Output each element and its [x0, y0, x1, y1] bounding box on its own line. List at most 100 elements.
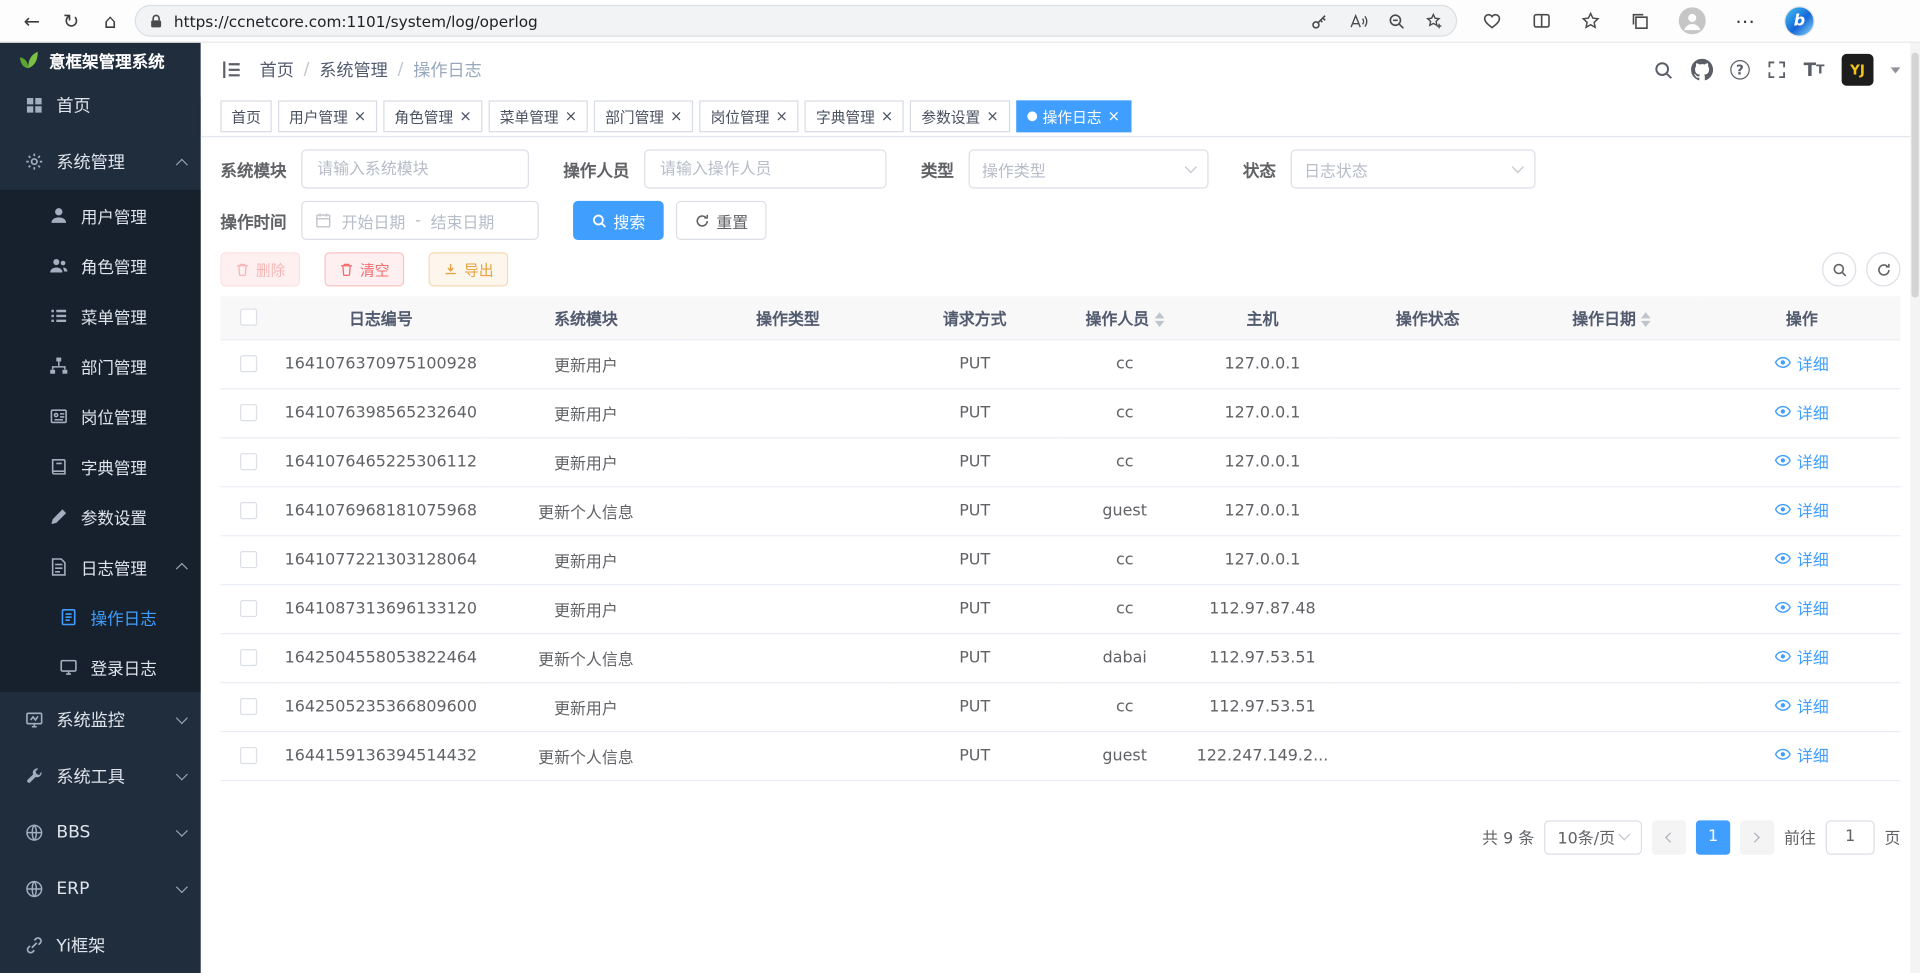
close-icon[interactable]: ×	[881, 109, 893, 124]
show-search-button[interactable]	[1822, 252, 1856, 286]
sidebar-item-dept-mgmt[interactable]: 部门管理	[0, 340, 201, 390]
tab-home[interactable]: 首页	[220, 100, 271, 132]
row-checkbox[interactable]	[240, 698, 257, 715]
page-size-select[interactable]: 10条/页	[1544, 820, 1642, 854]
sidebar-item-operation-log[interactable]: 操作日志	[0, 591, 201, 641]
detail-link[interactable]: 详细	[1775, 645, 1829, 668]
github-icon[interactable]	[1691, 59, 1713, 81]
status-select[interactable]: 日志状态	[1291, 149, 1536, 188]
detail-link[interactable]: 详细	[1775, 596, 1829, 619]
tab-param-settings[interactable]: 参数设置×	[910, 100, 1009, 132]
header-search-icon[interactable]	[1653, 59, 1674, 80]
split-screen-icon[interactable]	[1532, 11, 1552, 31]
detail-link[interactable]: 详细	[1775, 449, 1829, 472]
close-icon[interactable]: ×	[670, 109, 682, 124]
browser-back-button[interactable]: ←	[12, 4, 51, 38]
tab-menu-mgmt[interactable]: 菜单管理×	[489, 100, 588, 132]
select-all-checkbox[interactable]	[240, 309, 257, 326]
detail-link[interactable]: 详细	[1775, 400, 1829, 423]
page-button-1[interactable]: 1	[1696, 820, 1730, 854]
delete-button[interactable]: 删除	[220, 252, 300, 286]
browser-address-bar[interactable]: https://ccnetcore.com:1101/system/log/op…	[135, 5, 1457, 37]
caret-down-icon[interactable]	[1891, 67, 1901, 73]
tab-operation-log[interactable]: 操作日志×	[1016, 100, 1131, 132]
password-key-icon[interactable]	[1310, 12, 1328, 30]
browser-home-button[interactable]: ⌂	[91, 4, 130, 38]
user-avatar[interactable]: YJ	[1842, 54, 1874, 86]
module-input[interactable]	[301, 149, 529, 188]
tab-role-mgmt[interactable]: 角色管理×	[383, 100, 482, 132]
font-size-icon[interactable]: TT	[1804, 59, 1825, 81]
sidebar-item-home[interactable]: 首页	[0, 77, 201, 133]
row-checkbox[interactable]	[240, 747, 257, 764]
search-button[interactable]: 搜索	[573, 201, 664, 240]
page-scrollbar[interactable]	[1910, 43, 1920, 973]
tab-dept-mgmt[interactable]: 部门管理×	[594, 100, 693, 132]
next-page-button[interactable]	[1740, 820, 1774, 854]
sidebar-toggle-icon[interactable]	[220, 59, 242, 81]
url-text[interactable]: https://ccnetcore.com:1101/system/log/op…	[174, 12, 1310, 30]
sidebar-item-system[interactable]: 系统管理	[0, 133, 201, 189]
row-checkbox[interactable]	[240, 404, 257, 421]
sidebar-item-yi-framework[interactable]: Yi框架	[0, 917, 201, 973]
operator-input[interactable]	[644, 149, 886, 188]
sort-icon[interactable]	[1154, 313, 1164, 328]
row-checkbox[interactable]	[240, 355, 257, 372]
browser-essentials-icon[interactable]	[1482, 11, 1503, 31]
detail-link[interactable]: 详细	[1775, 743, 1829, 766]
fullscreen-icon[interactable]	[1767, 60, 1787, 80]
collections-icon[interactable]	[1630, 11, 1650, 31]
prev-page-button[interactable]	[1652, 820, 1686, 854]
close-icon[interactable]: ×	[776, 109, 788, 124]
app-logo[interactable]: 意框架管理系统	[0, 43, 201, 77]
row-checkbox[interactable]	[240, 453, 257, 470]
favorites-star-icon[interactable]	[1581, 11, 1601, 31]
sidebar-item-user-mgmt[interactable]: 用户管理	[0, 190, 201, 240]
tab-post-mgmt[interactable]: 岗位管理×	[700, 100, 799, 132]
zoom-out-icon[interactable]	[1387, 12, 1405, 30]
settings-ellipsis-icon[interactable]: ⋯	[1735, 9, 1756, 32]
browser-refresh-button[interactable]: ↻	[51, 4, 90, 38]
close-icon[interactable]: ×	[354, 109, 366, 124]
date-range-picker[interactable]: 开始日期 - 结束日期	[301, 201, 539, 240]
sidebar-item-dict-mgmt[interactable]: 字典管理	[0, 441, 201, 491]
sidebar-item-role-mgmt[interactable]: 角色管理	[0, 240, 201, 290]
sidebar-item-param-settings[interactable]: 参数设置	[0, 491, 201, 541]
row-checkbox[interactable]	[240, 649, 257, 666]
sidebar-item-login-log[interactable]: 登录日志	[0, 642, 201, 692]
row-checkbox[interactable]	[240, 502, 257, 519]
sidebar-item-log-mgmt[interactable]: 日志管理	[0, 541, 201, 591]
sidebar-item-post-mgmt[interactable]: 岗位管理	[0, 391, 201, 441]
sort-icon[interactable]	[1641, 313, 1651, 328]
close-icon[interactable]: ×	[1108, 109, 1120, 124]
sidebar-item-system-tools[interactable]: 系统工具	[0, 748, 201, 804]
sidebar-item-bbs[interactable]: BBS	[0, 804, 201, 860]
col-operator[interactable]: 操作人员	[1060, 296, 1189, 339]
type-select[interactable]: 操作类型	[969, 149, 1209, 188]
close-icon[interactable]: ×	[986, 109, 998, 124]
row-checkbox[interactable]	[240, 551, 257, 568]
goto-page-input[interactable]	[1826, 820, 1875, 854]
copilot-icon[interactable]: b	[1785, 7, 1813, 35]
detail-link[interactable]: 详细	[1775, 547, 1829, 570]
sidebar-item-system-monitor[interactable]: 系统监控	[0, 692, 201, 748]
sidebar-item-erp[interactable]: ERP	[0, 861, 201, 917]
favorite-add-star-icon[interactable]	[1425, 12, 1443, 30]
browser-profile-avatar[interactable]	[1679, 7, 1706, 34]
col-date[interactable]: 操作日期	[1520, 296, 1704, 339]
detail-link[interactable]: 详细	[1775, 498, 1829, 521]
close-icon[interactable]: ×	[459, 109, 471, 124]
breadcrumb-system[interactable]: 系统管理	[319, 58, 388, 82]
export-button[interactable]: 导出	[429, 252, 509, 286]
tab-dict-mgmt[interactable]: 字典管理×	[805, 100, 904, 132]
read-aloud-icon[interactable]	[1348, 12, 1368, 30]
detail-link[interactable]: 详细	[1775, 694, 1829, 717]
reset-button[interactable]: 重置	[676, 201, 767, 240]
close-icon[interactable]: ×	[565, 109, 577, 124]
refresh-table-button[interactable]	[1866, 252, 1900, 286]
breadcrumb-home[interactable]: 首页	[260, 58, 294, 82]
row-checkbox[interactable]	[240, 600, 257, 617]
tab-user-mgmt[interactable]: 用户管理×	[278, 100, 377, 132]
help-icon[interactable]: ?	[1730, 60, 1750, 80]
scrollbar-thumb[interactable]	[1911, 53, 1918, 298]
